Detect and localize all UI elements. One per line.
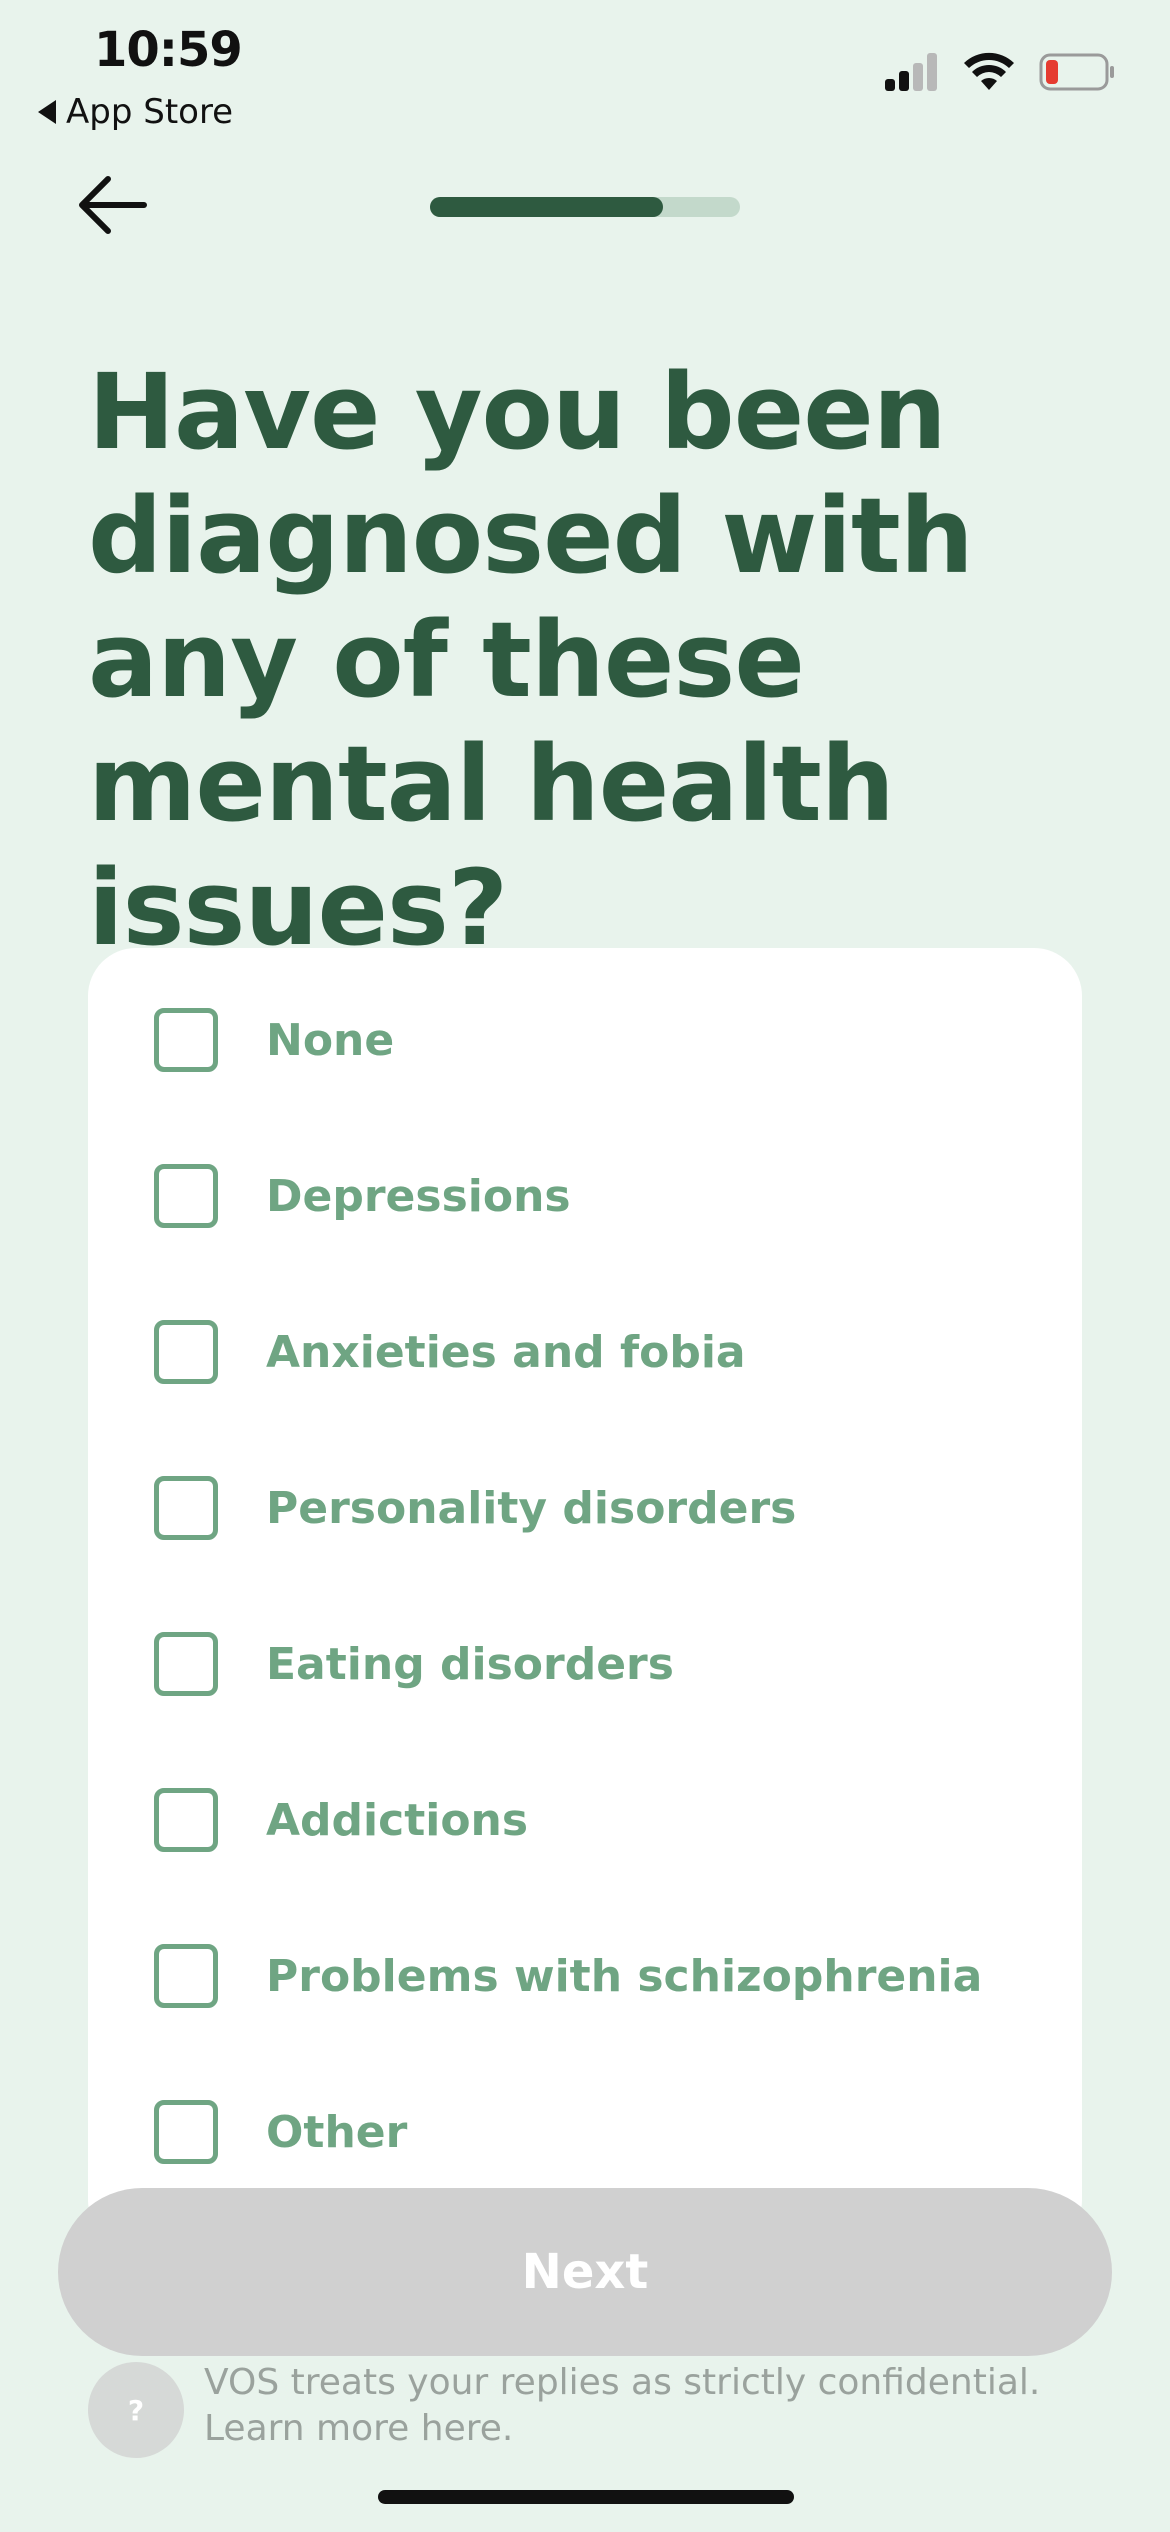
checkbox[interactable] bbox=[154, 1788, 218, 1852]
confidentiality-text[interactable]: VOS treats your replies as strictly conf… bbox=[204, 2360, 1104, 2452]
next-button[interactable]: Next bbox=[58, 2188, 1112, 2356]
back-triangle-icon bbox=[38, 100, 56, 124]
arrow-left-icon bbox=[79, 176, 147, 234]
checkbox[interactable] bbox=[154, 1008, 218, 1072]
checkbox[interactable] bbox=[154, 2100, 218, 2164]
back-button[interactable] bbox=[72, 170, 152, 240]
option-other[interactable]: Other bbox=[154, 2094, 407, 2170]
question-mark-icon[interactable]: ? bbox=[88, 2362, 184, 2458]
option-personality-disorders[interactable]: Personality disorders bbox=[154, 1470, 796, 1546]
option-label: Anxieties and fobia bbox=[266, 1326, 746, 1378]
option-label: Problems with schizophrenia bbox=[266, 1950, 983, 2002]
checkbox[interactable] bbox=[154, 1944, 218, 2008]
progress-bar bbox=[430, 197, 740, 217]
back-app-label: App Store bbox=[66, 92, 234, 132]
status-bar: 10:59 App Store bbox=[0, 0, 1170, 140]
option-label: Depressions bbox=[266, 1170, 571, 1222]
wifi-icon bbox=[964, 52, 1014, 90]
help-glyph: ? bbox=[127, 2393, 145, 2427]
question-title: Have you been diagnosed with any of thes… bbox=[88, 351, 974, 969]
status-icons bbox=[885, 52, 1115, 92]
option-addictions[interactable]: Addictions bbox=[154, 1782, 528, 1858]
option-none[interactable]: None bbox=[154, 1002, 394, 1078]
checkbox[interactable] bbox=[154, 1476, 218, 1540]
option-anxieties-and-fobia[interactable]: Anxieties and fobia bbox=[154, 1314, 746, 1390]
checkbox[interactable] bbox=[154, 1164, 218, 1228]
progress-fill bbox=[430, 197, 663, 217]
checkbox[interactable] bbox=[154, 1632, 218, 1696]
option-problems-with-schizophrenia[interactable]: Problems with schizophrenia bbox=[154, 1938, 982, 2014]
cellular-signal-icon bbox=[885, 53, 937, 91]
option-label: Eating disorders bbox=[266, 1638, 674, 1690]
checkbox[interactable] bbox=[154, 1320, 218, 1384]
home-indicator bbox=[378, 2490, 794, 2504]
option-label: None bbox=[266, 1014, 395, 1066]
back-to-app-store[interactable]: App Store bbox=[38, 92, 233, 132]
option-label: Other bbox=[266, 2106, 408, 2158]
option-label: Addictions bbox=[266, 1794, 529, 1846]
options-card: None Depressions Anxieties and fobia Per… bbox=[88, 948, 1082, 2248]
battery-icon bbox=[1039, 53, 1114, 91]
option-label: Personality disorders bbox=[266, 1482, 797, 1534]
status-time: 10:59 bbox=[94, 22, 243, 78]
confidentiality-notice: ? VOS treats your replies as strictly co… bbox=[88, 2360, 1104, 2458]
option-depressions[interactable]: Depressions bbox=[154, 1158, 571, 1234]
option-eating-disorders[interactable]: Eating disorders bbox=[154, 1626, 674, 1702]
